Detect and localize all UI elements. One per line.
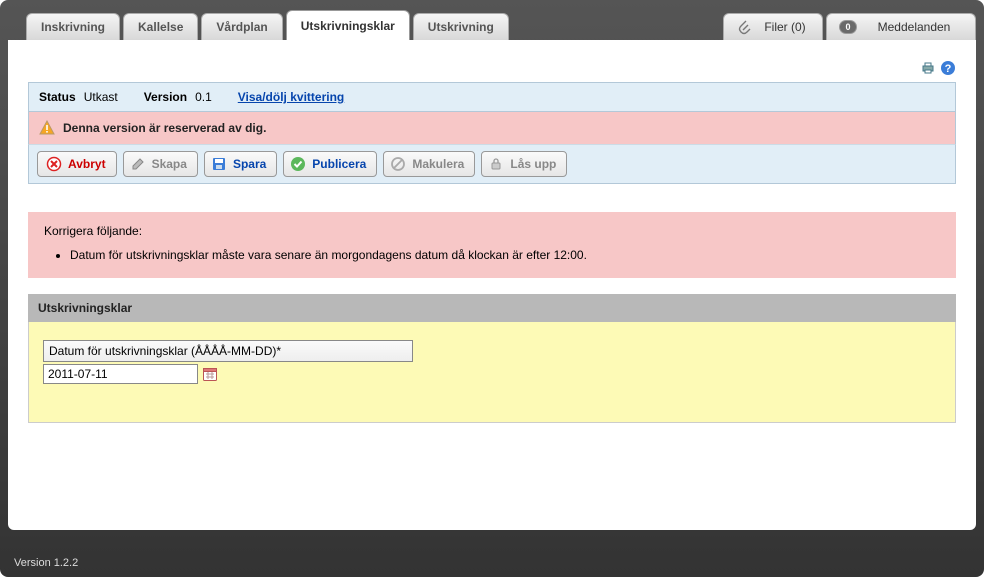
- print-icon[interactable]: [920, 60, 936, 76]
- save-icon: [211, 156, 227, 172]
- files-label: Filer (0): [760, 20, 810, 34]
- section-header: Utskrivningsklar: [28, 294, 956, 322]
- spara-label: Spara: [233, 157, 266, 171]
- avbryt-button[interactable]: Avbryt: [37, 151, 117, 177]
- status-bar: Status Utkast Version 0.1 Visa/dölj kvit…: [28, 82, 956, 112]
- avbryt-label: Avbryt: [68, 157, 106, 171]
- files-tab[interactable]: Filer (0): [723, 13, 823, 40]
- button-bar: Avbryt Skapa Spara Publicera: [28, 144, 956, 184]
- check-icon: [290, 156, 306, 172]
- lock-icon: [488, 156, 504, 172]
- content-area: ? Status Utkast Version 0.1 Visa/dölj kv…: [8, 40, 976, 530]
- tab-kallelse[interactable]: Kallelse: [123, 13, 198, 40]
- status-value: Utkast: [84, 90, 118, 104]
- messages-badge: 0: [839, 20, 857, 34]
- reservation-alert: Denna version är reserverad av dig.: [28, 112, 956, 144]
- lasupp-label: Lås upp: [510, 157, 556, 171]
- validation-list: Datum för utskrivningsklar måste vara se…: [44, 248, 940, 262]
- validation-item: Datum för utskrivningsklar måste vara se…: [70, 248, 940, 262]
- skapa-label: Skapa: [152, 157, 187, 171]
- warning-icon: [39, 120, 55, 136]
- date-field-label: Datum för utskrivningsklar (ÅÅÅÅ-MM-DD)*: [43, 340, 413, 362]
- publicera-label: Publicera: [312, 157, 366, 171]
- toolbar-top: ?: [28, 60, 956, 76]
- publicera-button[interactable]: Publicera: [283, 151, 377, 177]
- makulera-label: Makulera: [412, 157, 464, 171]
- tab-vardplan[interactable]: Vårdplan: [201, 13, 282, 40]
- paperclip-icon: [736, 19, 752, 35]
- messages-tab[interactable]: 0 Meddelanden: [826, 13, 976, 40]
- toggle-kvittering-link[interactable]: Visa/dölj kvittering: [238, 90, 344, 104]
- cancel-icon: [46, 156, 62, 172]
- validation-errors: Korrigera följande: Datum för utskrivnin…: [28, 212, 956, 278]
- forbid-icon: [390, 156, 406, 172]
- lasupp-button[interactable]: Lås upp: [481, 151, 567, 177]
- help-icon[interactable]: ?: [940, 60, 956, 76]
- messages-label: Meddelanden: [865, 20, 963, 34]
- tab-inskrivning[interactable]: Inskrivning: [26, 13, 120, 40]
- spara-button[interactable]: Spara: [204, 151, 277, 177]
- tab-strip: Inskrivning Kallelse Vårdplan Utskrivnin…: [8, 8, 976, 40]
- reservation-text: Denna version är reserverad av dig.: [63, 121, 266, 135]
- tab-utskrivningsklar[interactable]: Utskrivningsklar: [286, 10, 410, 40]
- version-value: 0.1: [195, 90, 212, 104]
- version-label: Version: [144, 90, 187, 104]
- pencil-icon: [130, 156, 146, 172]
- svg-text:?: ?: [945, 63, 952, 75]
- validation-heading: Korrigera följande:: [44, 224, 940, 238]
- tab-utskrivning[interactable]: Utskrivning: [413, 13, 509, 40]
- skapa-button[interactable]: Skapa: [123, 151, 198, 177]
- calendar-icon[interactable]: [202, 366, 218, 382]
- date-input[interactable]: [43, 364, 198, 384]
- makulera-button[interactable]: Makulera: [383, 151, 475, 177]
- form-panel: Datum för utskrivningsklar (ÅÅÅÅ-MM-DD)*: [28, 322, 956, 423]
- status-label: Status: [39, 90, 76, 104]
- footer-version: Version 1.2.2: [14, 557, 78, 569]
